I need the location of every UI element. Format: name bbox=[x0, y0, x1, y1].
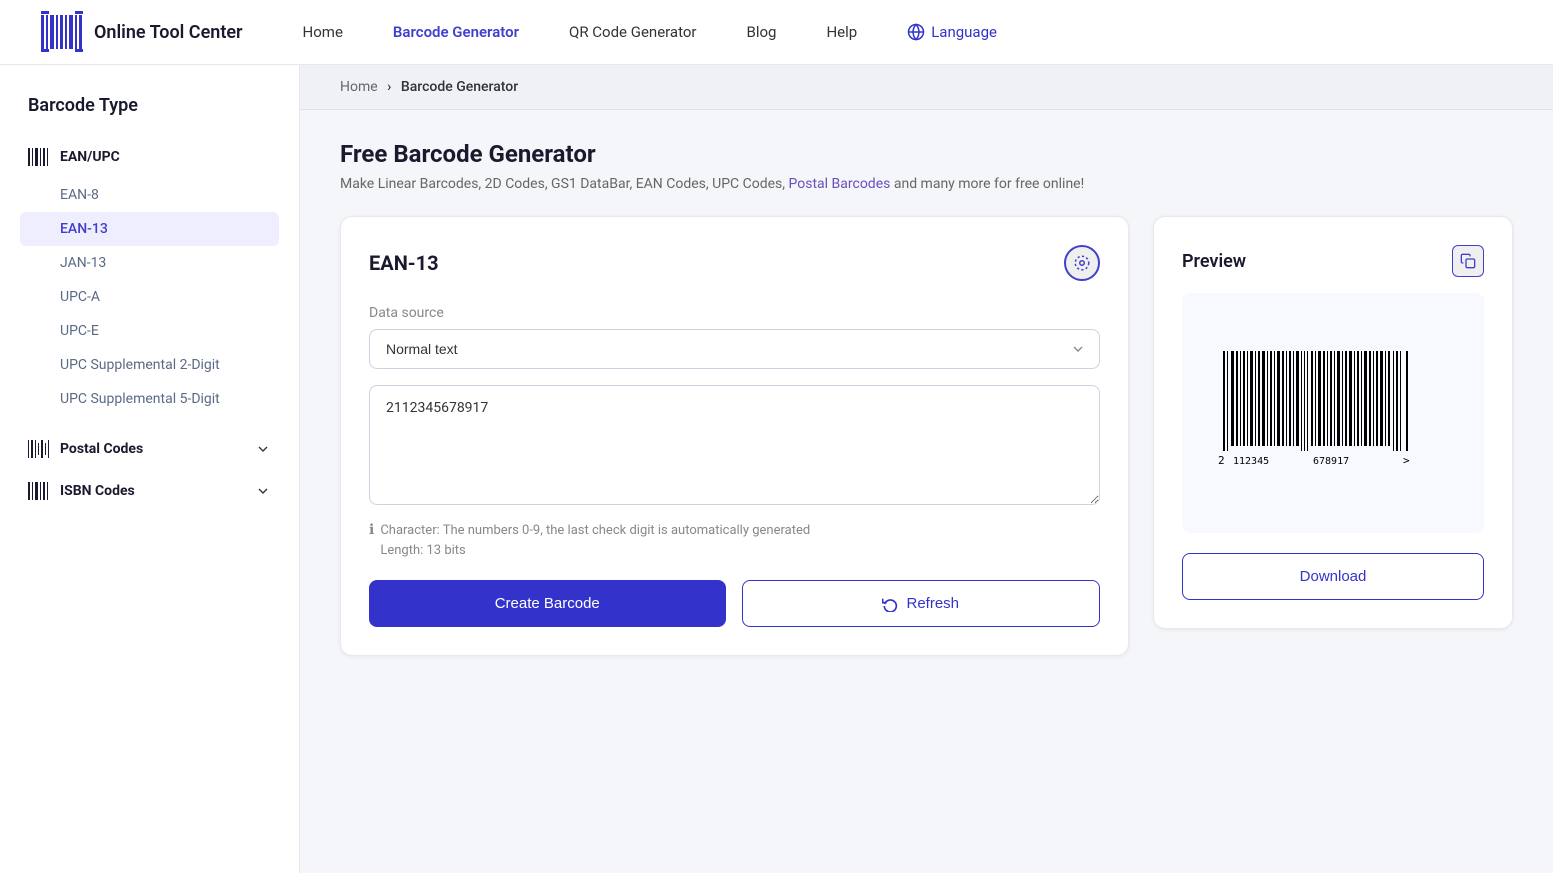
barcode-preview-area: 2 112345 678917 > bbox=[1182, 293, 1484, 533]
globe-icon bbox=[907, 23, 925, 41]
refresh-button[interactable]: Refresh bbox=[742, 580, 1101, 627]
breadcrumb-separator: › bbox=[387, 79, 391, 95]
settings-button[interactable] bbox=[1064, 245, 1100, 281]
page-layout: Barcode Type EAN/UPC EAN-8 EAN-13 JAN-13… bbox=[0, 65, 1553, 873]
isbn-chevron-icon bbox=[255, 483, 271, 499]
hint-icon: ℹ bbox=[369, 522, 374, 560]
nav-qr-code[interactable]: QR Code Generator bbox=[569, 23, 697, 41]
main-content: Home › Barcode Generator Free Barcode Ge… bbox=[300, 65, 1553, 873]
language-selector[interactable]: Language bbox=[907, 23, 997, 41]
settings-icon bbox=[1073, 254, 1091, 272]
barcode-input[interactable]: 2112345678917 bbox=[369, 385, 1100, 505]
sidebar-title: Barcode Type bbox=[20, 95, 279, 116]
sidebar-item-upce[interactable]: UPC-E bbox=[20, 314, 279, 348]
ean-upc-items: EAN-8 EAN-13 JAN-13 UPC-A UPC-E UPC Supp… bbox=[20, 178, 279, 416]
ean-upc-label: EAN/UPC bbox=[60, 149, 120, 165]
postal-chevron-icon bbox=[255, 441, 271, 457]
button-row: Create Barcode Refresh bbox=[369, 580, 1100, 627]
postal-left: Postal Codes bbox=[28, 440, 143, 458]
subtitle-end: and many more for free online! bbox=[894, 176, 1084, 192]
sidebar-category-postal[interactable]: Postal Codes bbox=[20, 432, 279, 466]
svg-text:>: > bbox=[1403, 454, 1410, 467]
preview-title: Preview bbox=[1182, 251, 1246, 272]
sidebar-category-ean-upc: EAN/UPC bbox=[20, 140, 279, 174]
breadcrumb: Home › Barcode Generator bbox=[300, 65, 1553, 110]
copy-icon bbox=[1460, 253, 1476, 269]
generator-header: EAN-13 bbox=[369, 245, 1100, 281]
svg-text:678917: 678917 bbox=[1313, 456, 1349, 467]
isbn-codes-icon bbox=[28, 482, 50, 500]
breadcrumb-home[interactable]: Home bbox=[340, 79, 378, 95]
postal-label: Postal Codes bbox=[60, 441, 143, 457]
nav-home[interactable]: Home bbox=[303, 23, 343, 41]
breadcrumb-current: Barcode Generator bbox=[401, 79, 518, 95]
sidebar-category-isbn[interactable]: ISBN Codes bbox=[20, 474, 279, 508]
datasource-label: Data source bbox=[369, 305, 1100, 321]
preview-header: Preview bbox=[1182, 245, 1484, 277]
isbn-left: ISBN Codes bbox=[28, 482, 135, 500]
logo-text: Online Tool Center bbox=[94, 22, 243, 43]
nav-blog[interactable]: Blog bbox=[747, 23, 777, 41]
logo[interactable]: Online Tool Center bbox=[40, 10, 243, 54]
sidebar-item-upca[interactable]: UPC-A bbox=[20, 280, 279, 314]
download-button[interactable]: Download bbox=[1182, 553, 1484, 600]
create-barcode-button[interactable]: Create Barcode bbox=[369, 580, 726, 627]
svg-text:112345: 112345 bbox=[1233, 456, 1269, 467]
barcode-image: 2 112345 678917 > bbox=[1213, 346, 1453, 480]
content-area: Free Barcode Generator Make Linear Barco… bbox=[300, 110, 1553, 686]
sidebar-item-jan13[interactable]: JAN-13 bbox=[20, 246, 279, 280]
refresh-label: Refresh bbox=[906, 595, 959, 612]
postal-codes-icon bbox=[28, 440, 50, 458]
copy-button[interactable] bbox=[1452, 245, 1484, 277]
ean-upc-icon bbox=[28, 148, 50, 166]
char-hint: ℹ Character: The numbers 0-9, the last c… bbox=[369, 521, 1100, 560]
sidebar-item-ean13[interactable]: EAN-13 bbox=[20, 212, 279, 246]
hint-line2: Length: 13 bits bbox=[380, 543, 465, 558]
datasource-select-wrapper: Normal text CSV Base64 Hex bbox=[369, 329, 1100, 369]
logo-icon bbox=[40, 10, 84, 54]
hint-line1: Character: The numbers 0-9, the last che… bbox=[380, 523, 810, 538]
barcode-svg: 2 112345 678917 > bbox=[1213, 346, 1453, 476]
sidebar-item-upc-supp2[interactable]: UPC Supplemental 2-Digit bbox=[20, 348, 279, 382]
main-nav: Home Barcode Generator QR Code Generator… bbox=[303, 23, 1513, 41]
header: Online Tool Center Home Barcode Generato… bbox=[0, 0, 1553, 65]
datasource-select[interactable]: Normal text CSV Base64 Hex bbox=[369, 329, 1100, 369]
nav-barcode-generator[interactable]: Barcode Generator bbox=[393, 23, 519, 41]
subtitle-text: Make Linear Barcodes, 2D Codes, GS1 Data… bbox=[340, 176, 785, 192]
refresh-icon bbox=[882, 596, 898, 612]
language-label: Language bbox=[931, 23, 997, 41]
generator-title: EAN-13 bbox=[369, 251, 439, 275]
sidebar: Barcode Type EAN/UPC EAN-8 EAN-13 JAN-13… bbox=[0, 65, 300, 873]
preview-card: Preview bbox=[1153, 216, 1513, 629]
subtitle-link[interactable]: Postal Barcodes bbox=[789, 176, 891, 192]
generator-grid: EAN-13 Data source Normal text CSV bbox=[340, 216, 1513, 656]
nav-help[interactable]: Help bbox=[826, 23, 857, 41]
generator-card: EAN-13 Data source Normal text CSV bbox=[340, 216, 1129, 656]
isbn-label: ISBN Codes bbox=[60, 483, 135, 499]
sidebar-item-upc-supp5[interactable]: UPC Supplemental 5-Digit bbox=[20, 382, 279, 416]
page-subtitle: Make Linear Barcodes, 2D Codes, GS1 Data… bbox=[340, 176, 1513, 192]
sidebar-item-ean8[interactable]: EAN-8 bbox=[20, 178, 279, 212]
page-title: Free Barcode Generator bbox=[340, 140, 1513, 168]
svg-text:2: 2 bbox=[1218, 454, 1225, 467]
